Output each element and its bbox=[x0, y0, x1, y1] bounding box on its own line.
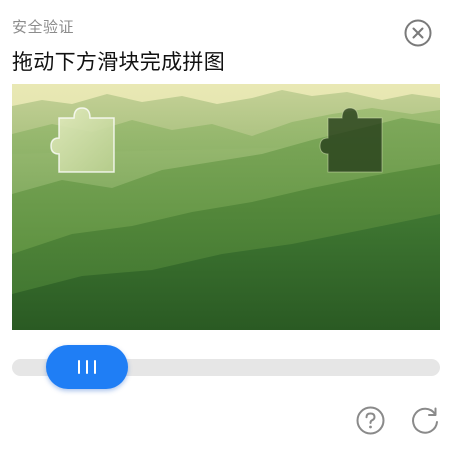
slider-handle[interactable] bbox=[46, 345, 128, 389]
help-circle-icon bbox=[356, 406, 385, 435]
dialog-subtitle: 安全验证 bbox=[12, 18, 75, 36]
grip-lines-icon bbox=[94, 360, 96, 374]
captcha-dialog: 安全验证 拖动下方滑块完成拼图 bbox=[0, 0, 451, 450]
grip-lines-icon bbox=[86, 360, 88, 374]
grip-lines-icon bbox=[78, 360, 80, 374]
refresh-icon bbox=[412, 407, 438, 434]
refresh-button[interactable] bbox=[410, 406, 440, 436]
close-button[interactable] bbox=[404, 19, 432, 47]
dialog-title: 拖动下方滑块完成拼图 bbox=[12, 50, 225, 74]
help-button[interactable] bbox=[356, 406, 385, 435]
puzzle-piece bbox=[50, 107, 115, 173]
puzzle-background-image bbox=[12, 84, 440, 330]
close-circle-icon bbox=[404, 19, 432, 47]
mountain-landscape-image bbox=[12, 84, 440, 330]
puzzle-slot bbox=[319, 107, 383, 173]
